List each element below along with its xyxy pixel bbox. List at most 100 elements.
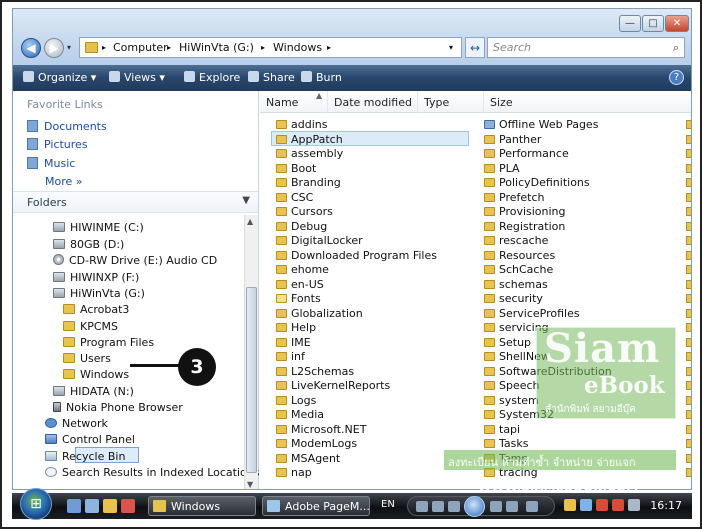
tree-item-recycle-bin[interactable]: Recycle Bin: [45, 450, 125, 463]
file-item[interactable]: assembly: [276, 147, 343, 161]
folder-icon[interactable]: [686, 337, 691, 347]
file-item[interactable]: CSC: [276, 191, 313, 205]
breadcrumb-computer[interactable]: Computer: [113, 41, 168, 54]
folder-icon[interactable]: [686, 439, 691, 448]
refresh-button[interactable]: ↔: [465, 37, 485, 58]
tree-item-search-results[interactable]: Search Results in Indexed Locations: [45, 466, 259, 479]
tree-item-users[interactable]: Users: [63, 352, 111, 365]
folder-icon[interactable]: [686, 410, 691, 419]
file-item[interactable]: en-US: [276, 278, 324, 292]
file-item[interactable]: schemas: [484, 278, 548, 292]
tree-item-drive-g[interactable]: HiWinVta (G:): [53, 287, 145, 300]
tray-hand-icon[interactable]: [564, 499, 576, 511]
favorite-music[interactable]: Music: [27, 157, 75, 170]
file-item[interactable]: AppPatch: [276, 133, 343, 147]
breadcrumb-separator[interactable]: ▸: [102, 43, 106, 52]
tree-item-network[interactable]: Network: [45, 417, 108, 430]
help-icon[interactable]: ?: [669, 70, 684, 85]
folders-header[interactable]: Folders ▼: [13, 191, 258, 213]
organize-button[interactable]: Organize ▾: [23, 71, 96, 84]
tree-item-nokia-phone-browser[interactable]: Nokia Phone Browser: [53, 401, 183, 414]
file-item[interactable]: Cursors: [276, 205, 333, 219]
maximize-button[interactable]: □: [642, 15, 664, 32]
folder-icon[interactable]: [686, 279, 691, 289]
file-item[interactable]: IME: [276, 336, 311, 350]
folder-icon[interactable]: [686, 453, 691, 463]
file-item[interactable]: system: [484, 394, 539, 408]
folder-icon[interactable]: [686, 294, 691, 303]
file-item[interactable]: Media: [276, 408, 324, 422]
switch-windows-icon[interactable]: [85, 499, 99, 513]
folder-icon[interactable]: [686, 468, 691, 477]
favorite-documents[interactable]: Documents: [27, 120, 107, 133]
views-button[interactable]: Views ▾: [109, 71, 165, 84]
forward-button[interactable]: ▶: [44, 38, 64, 58]
folder-icon[interactable]: [686, 163, 691, 173]
file-item[interactable]: DigitalLocker: [276, 234, 363, 248]
file-item[interactable]: MSAgent: [276, 452, 340, 466]
stop-icon[interactable]: [416, 501, 428, 512]
tree-scrollbar-thumb[interactable]: [246, 287, 257, 473]
chevron-down-icon[interactable]: ▼: [242, 195, 250, 206]
folder-icon[interactable]: [686, 236, 691, 245]
address-dropdown-icon[interactable]: ▾: [449, 43, 453, 52]
back-button[interactable]: ◀: [21, 38, 41, 58]
file-item[interactable]: Logs: [276, 394, 316, 408]
scroll-down-icon[interactable]: ▼: [247, 480, 253, 489]
tree-item-drive-f[interactable]: HIWINXP (F:): [53, 271, 139, 284]
tray-security-icon[interactable]: [596, 499, 608, 511]
folder-icon[interactable]: [686, 395, 691, 405]
next-track-icon[interactable]: [490, 501, 502, 512]
breadcrumb-separator[interactable]: ▸: [261, 43, 265, 52]
file-item[interactable]: LiveKernelReports: [276, 379, 390, 393]
search-icon[interactable]: ⌕: [673, 41, 679, 55]
task-adobe-pagemaker[interactable]: Adobe PageM...: [262, 496, 370, 516]
file-item[interactable]: nap: [276, 466, 312, 480]
file-item[interactable]: security: [484, 292, 543, 306]
show-desktop-icon[interactable]: [67, 499, 81, 513]
breadcrumb-drive[interactable]: HiWinVta (G:): [179, 41, 254, 54]
file-item[interactable]: Offline Web Pages: [484, 118, 598, 132]
breadcrumb-separator[interactable]: ▸: [327, 43, 331, 52]
file-item[interactable]: Fonts: [276, 292, 321, 306]
tray-antivirus-icon[interactable]: [612, 499, 624, 511]
task-windows-explorer[interactable]: Windows: [148, 496, 256, 516]
column-size[interactable]: Size: [484, 91, 691, 113]
tray-volume-icon[interactable]: [628, 499, 640, 511]
tree-item-windows[interactable]: Windows: [63, 368, 129, 381]
file-item[interactable]: PolicyDefinitions: [484, 176, 590, 190]
folder-icon[interactable]: [686, 381, 691, 390]
file-item[interactable]: Boot: [276, 162, 316, 176]
file-item[interactable]: Speech: [484, 379, 540, 393]
search-input[interactable]: Search ⌕: [487, 37, 685, 58]
file-item[interactable]: Resources: [484, 249, 555, 263]
tree-item-kpcms[interactable]: KPCMS: [63, 320, 118, 333]
breadcrumb-windows[interactable]: Windows: [273, 41, 322, 54]
file-item[interactable]: ehome: [276, 263, 329, 277]
explore-button[interactable]: Explore: [184, 71, 240, 84]
folder-icon[interactable]: [686, 192, 691, 202]
tree-scrollbar[interactable]: ▲ ▼: [244, 215, 258, 489]
folder-icon[interactable]: [686, 250, 691, 260]
folder-icon[interactable]: [686, 149, 691, 158]
folder-icon[interactable]: [686, 134, 691, 144]
folder-icon[interactable]: [686, 265, 691, 274]
folder-icon[interactable]: [686, 424, 691, 434]
breadcrumb-separator[interactable]: ▸: [167, 43, 171, 52]
column-date-modified[interactable]: Date modified: [328, 91, 418, 113]
file-item[interactable]: Globalization: [276, 307, 363, 321]
previous-track-icon[interactable]: [432, 501, 444, 512]
rewind-icon[interactable]: [448, 501, 460, 512]
restore-player-icon[interactable]: [526, 501, 538, 512]
file-item[interactable]: Help: [276, 321, 316, 335]
tree-item-control-panel[interactable]: Control Panel: [45, 433, 135, 446]
start-button[interactable]: ⊞: [20, 488, 52, 520]
file-item[interactable]: Branding: [276, 176, 341, 190]
address-bar[interactable]: ▸ Computer ▸ HiWinVta (G:) ▸ Windows ▸ ▾: [79, 37, 462, 58]
file-item[interactable]: SchCache: [484, 263, 553, 277]
file-item[interactable]: tapi: [484, 423, 520, 437]
file-item[interactable]: inf: [276, 350, 305, 364]
share-button[interactable]: Share: [248, 71, 295, 84]
tree-item-drive-e[interactable]: CD-RW Drive (E:) Audio CD: [53, 254, 217, 267]
file-item[interactable]: Performance: [484, 147, 569, 161]
